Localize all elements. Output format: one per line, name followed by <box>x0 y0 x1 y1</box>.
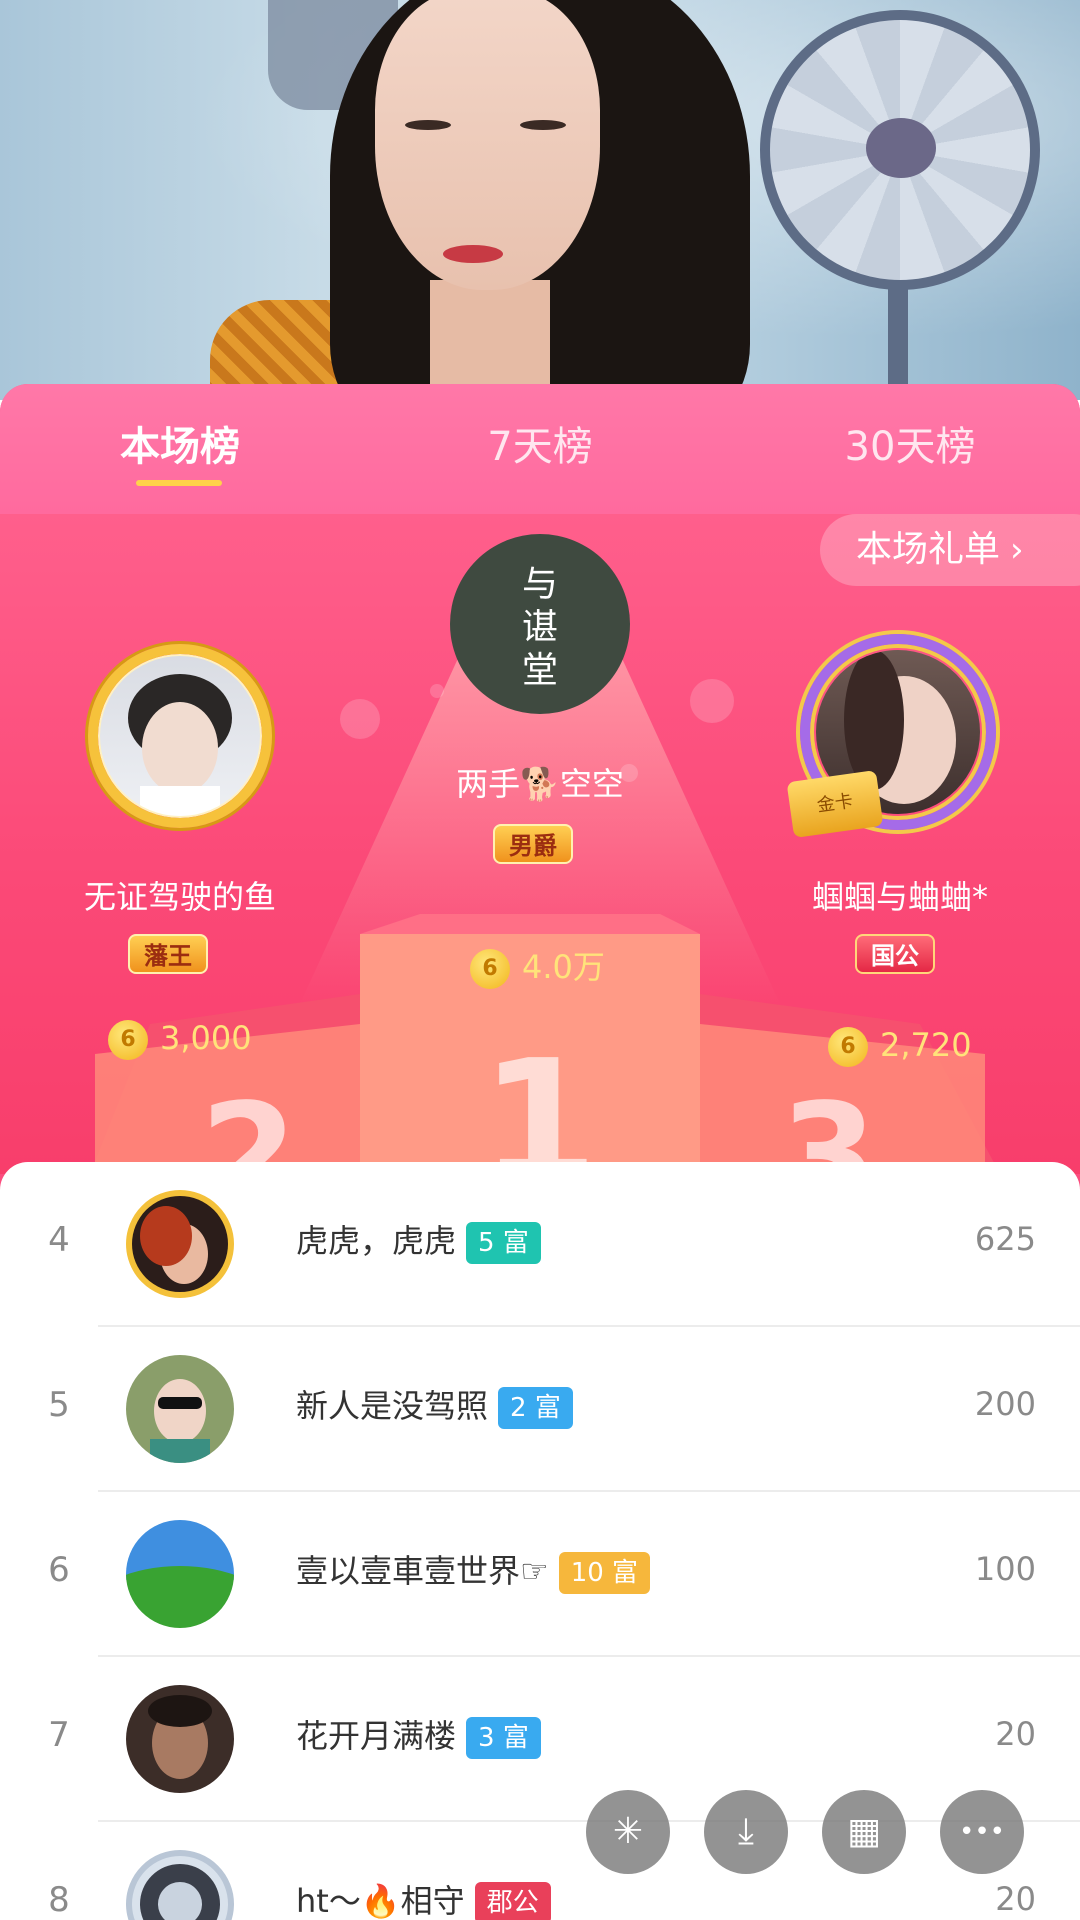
list-value: 20 <box>995 1880 1036 1918</box>
wealth-level-badge: 10 富 <box>558 1552 651 1594</box>
fan-center <box>866 118 936 178</box>
list-value: 100 <box>974 1550 1036 1588</box>
list-name: 壹以壹車壹世界☞ 10 富 <box>296 1546 651 1594</box>
tab-this-session[interactable]: 本场榜 <box>100 414 260 474</box>
ranking-tabs: 本场榜 7天榜 30天榜 <box>0 384 1080 514</box>
grid-icon: ▦ <box>846 1811 881 1852</box>
tab-30-days[interactable]: 30天榜 <box>820 414 1000 474</box>
boy-avatar-image <box>128 674 232 816</box>
list-value: 20 <box>995 1715 1036 1753</box>
svg-text:谌: 谌 <box>522 607 558 648</box>
chevron-right-icon: › <box>1010 530 1024 570</box>
second-place-score-value: 3,000 <box>160 1019 252 1057</box>
second-place-score: 6 3,000 <box>108 1019 252 1060</box>
bokeh-dot <box>340 699 380 739</box>
streamer-lips <box>443 245 503 263</box>
calligraphy-avatar-image: 与 谌 堂 <box>522 564 558 691</box>
list-rank: 6 <box>48 1550 70 1590</box>
list-item[interactable]: 6 壹以壹車壹世界☞ 10 富 100 <box>0 1492 1080 1657</box>
bokeh-dot <box>430 684 444 698</box>
gift-list-button[interactable]: 本场礼单 › <box>820 514 1080 586</box>
svg-text:堂: 堂 <box>522 650 558 691</box>
list-name: 新人是没驾照 2 富 <box>296 1381 573 1429</box>
third-place-title-badge: 国公 <box>855 934 935 974</box>
first-place-title-badge: 男爵 <box>493 824 573 864</box>
first-place-score: 6 4.0万 <box>470 942 605 989</box>
list-item[interactable]: 4 虎虎，虎虎 5 富 625 <box>0 1162 1080 1327</box>
list-avatar[interactable] <box>126 1850 234 1920</box>
live-video[interactable] <box>0 0 1080 400</box>
first-place-score-value: 4.0万 <box>522 948 605 986</box>
avatar-image <box>140 1864 220 1920</box>
svg-text:与: 与 <box>522 564 558 605</box>
third-place-score-value: 2,720 <box>880 1026 972 1064</box>
avatar-image <box>132 1196 228 1292</box>
list-name: 虎虎，虎虎 5 富 <box>296 1216 541 1264</box>
third-place-name: 蝈蝈与蛐蛐* <box>811 878 988 916</box>
bokeh-dot <box>690 679 734 723</box>
download-icon: ⤓ <box>738 1811 754 1852</box>
list-name: 花开月满楼 3 富 <box>296 1711 541 1759</box>
wealth-level-badge: 5 富 <box>466 1222 541 1264</box>
title-badge: 郡公 <box>474 1882 551 1920</box>
more-icon: ••• <box>958 1817 1005 1847</box>
avatar-image <box>126 1520 234 1628</box>
list-name-text: 壹以壹車壹世界☞ <box>296 1552 549 1590</box>
list-name: ht～🔥相守 郡公 <box>296 1876 551 1920</box>
list-rank: 4 <box>48 1220 70 1260</box>
download-button[interactable]: ⤓ <box>704 1790 788 1874</box>
ranking-list: 4 虎虎，虎虎 5 富 625 5 新人是没驾照 2 富 200 6 壹以壹車壹… <box>0 1162 1080 1920</box>
avatar-image <box>126 1685 234 1793</box>
list-name-text: ht～🔥相守 <box>296 1882 465 1920</box>
list-value: 200 <box>974 1385 1036 1423</box>
share-icon: ✳ <box>612 1811 644 1852</box>
avatar-first-place[interactable]: 与 谌 堂 <box>450 534 630 714</box>
list-value: 625 <box>974 1220 1036 1258</box>
second-place-name: 无证驾驶的鱼 <box>83 878 276 916</box>
list-name-text: 花开月满楼 <box>296 1717 457 1755</box>
list-avatar[interactable] <box>126 1685 234 1793</box>
list-avatar[interactable] <box>126 1520 234 1628</box>
list-item[interactable]: 7 花开月满楼 3 富 20 <box>0 1657 1080 1822</box>
coin-icon: 6 <box>828 1027 868 1067</box>
wealth-level-badge: 3 富 <box>466 1717 541 1759</box>
list-name-text: 新人是没驾照 <box>296 1387 489 1425</box>
podium-area: 本场礼单 › 1 2 3 与 谌 堂 两手🐕空空 男爵 6 4.0万 无证驾驶的… <box>0 514 1080 1237</box>
streamer-neck <box>430 280 550 400</box>
first-place-name: 两手🐕空空 <box>456 765 624 803</box>
wealth-level-badge: 2 富 <box>498 1387 573 1429</box>
share-button[interactable]: ✳ <box>586 1790 670 1874</box>
podium-block-1-top <box>360 914 700 934</box>
avatar-image <box>126 1355 234 1463</box>
coin-icon: 6 <box>108 1020 148 1060</box>
third-place-score: 6 2,720 <box>828 1026 972 1067</box>
active-tab-indicator <box>136 480 222 486</box>
list-rank: 5 <box>48 1385 70 1425</box>
list-name-text: 虎虎，虎虎 <box>296 1222 457 1260</box>
avatar-second-place[interactable] <box>100 656 260 816</box>
coin-icon: 6 <box>470 949 510 989</box>
streamer-eye-right <box>520 120 566 130</box>
list-item[interactable]: 8 ht～🔥相守 郡公 20 <box>0 1822 1080 1920</box>
gold-card-icon: 金卡 <box>786 770 884 838</box>
grid-button[interactable]: ▦ <box>822 1790 906 1874</box>
gift-list-label: 本场礼单 <box>856 529 1001 570</box>
list-rank: 8 <box>48 1880 70 1920</box>
list-rank: 7 <box>48 1715 70 1755</box>
second-place-title-badge: 藩王 <box>128 934 208 974</box>
list-avatar[interactable] <box>126 1190 234 1298</box>
list-avatar[interactable] <box>126 1355 234 1463</box>
streamer-eye-left <box>405 120 451 130</box>
more-button[interactable]: ••• <box>940 1790 1024 1874</box>
fan-stand <box>888 280 908 400</box>
list-item[interactable]: 5 新人是没驾照 2 富 200 <box>0 1327 1080 1492</box>
tab-7-days[interactable]: 7天榜 <box>460 414 620 474</box>
